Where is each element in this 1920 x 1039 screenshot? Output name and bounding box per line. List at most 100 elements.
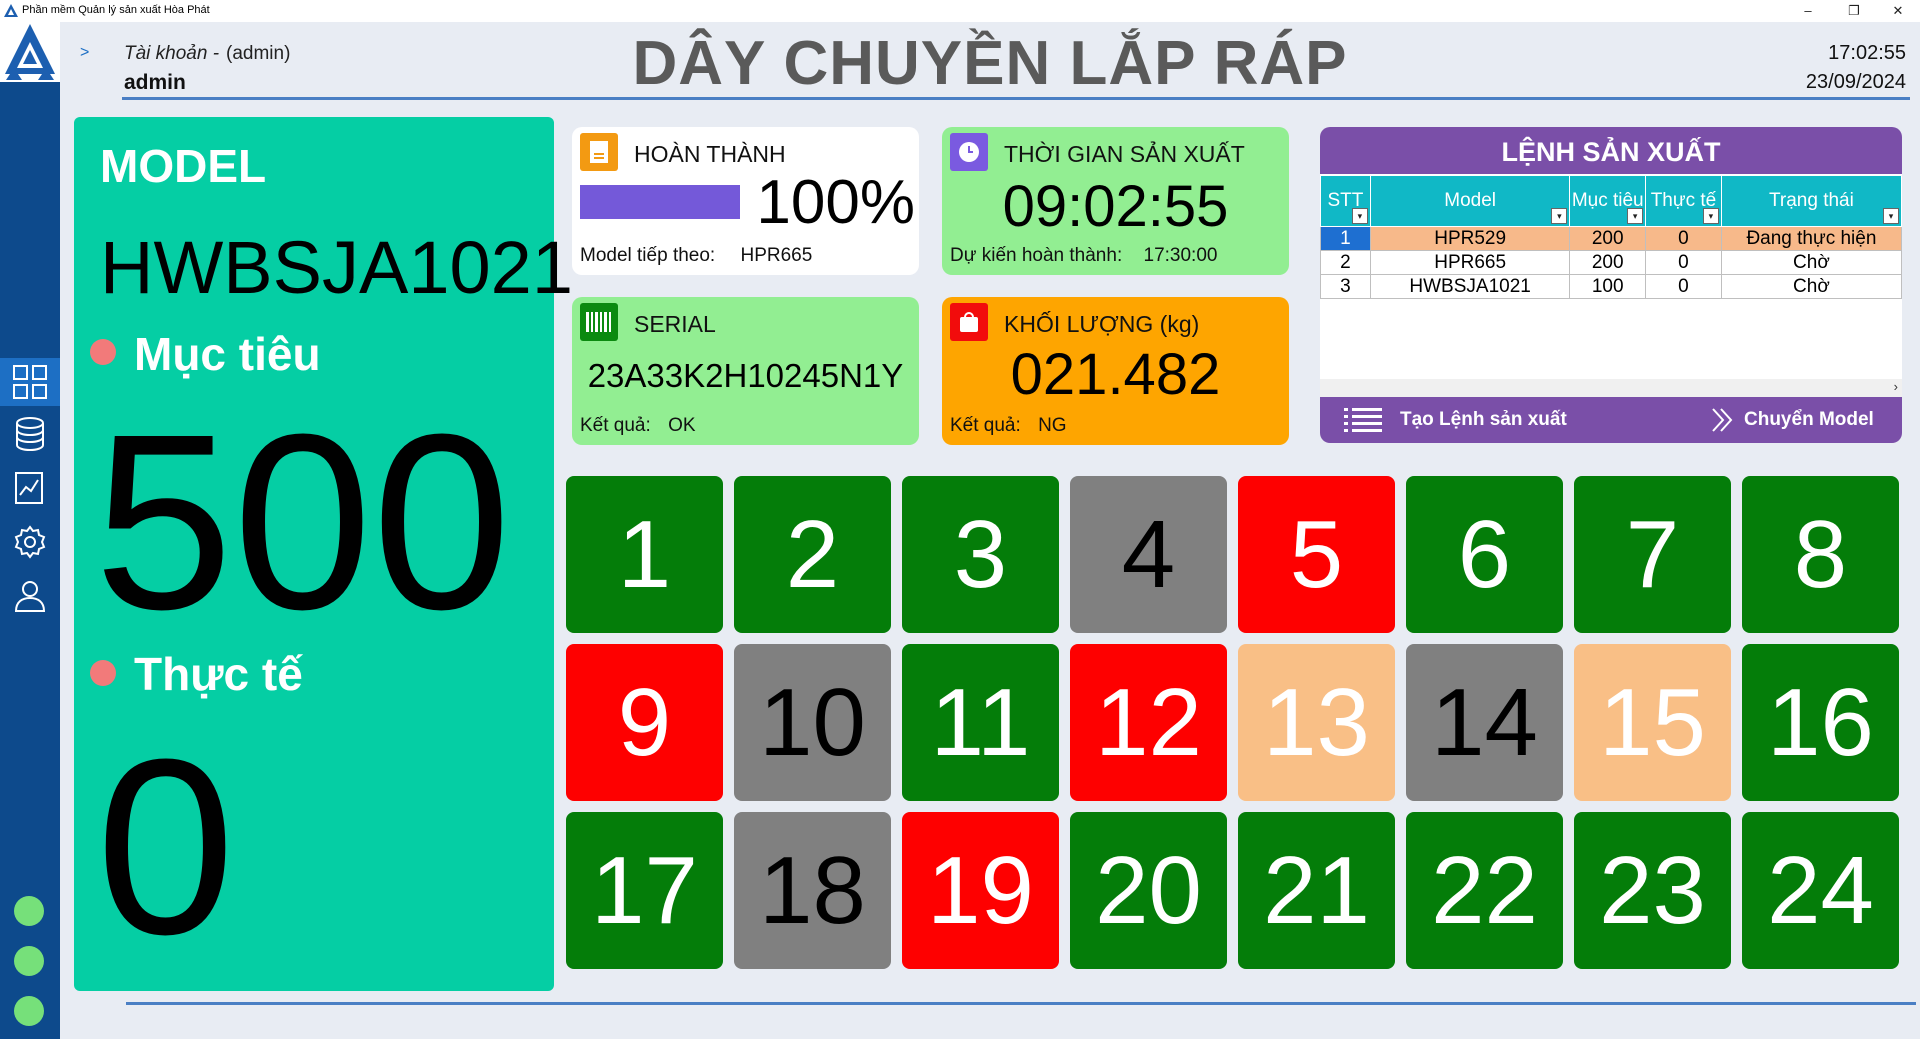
serial-result-value: OK [668, 415, 696, 436]
clock-icon [950, 133, 988, 171]
filter-dropdown-icon[interactable]: ▾ [1551, 208, 1568, 224]
completion-percent: 100% [756, 168, 915, 237]
account-username: admin [124, 71, 186, 94]
completion-progress-bar [580, 185, 740, 219]
column-header-actual[interactable]: Thực tế ▾ [1645, 175, 1722, 227]
sidebar-item-dashboard[interactable] [0, 358, 60, 406]
expected-finish-value: 17:30:00 [1143, 245, 1218, 266]
horizontal-scrollbar[interactable]: › [1320, 379, 1902, 397]
filter-dropdown-icon[interactable]: ▾ [1883, 208, 1899, 224]
cell-status: Đang thực hiện [1720, 226, 1902, 251]
station-tile[interactable]: 18 [734, 812, 891, 969]
column-header-target[interactable]: Mục tiêu ▾ [1569, 175, 1647, 227]
station-tile[interactable]: 15 [1574, 644, 1731, 801]
station-tile[interactable]: 24 [1742, 812, 1899, 969]
next-model-label: Model tiếp theo: [580, 245, 716, 266]
production-time-card: THỜI GIAN SẢN XUẤT 09:02:55 Dự kiến hoàn… [942, 127, 1289, 275]
header-divider [122, 97, 1910, 100]
switch-model-label: Chuyển Model [1744, 409, 1874, 430]
station-tile[interactable]: 17 [566, 812, 723, 969]
minimize-button[interactable]: – [1788, 1, 1828, 21]
sidebar-item-report[interactable] [0, 464, 60, 512]
station-tile[interactable]: 1 [566, 476, 723, 633]
column-header-model[interactable]: Model ▾ [1369, 175, 1571, 227]
production-orders-table: STT ▾ Model ▾ Mục tiêu ▾ Thực tế ▾ Trạng thá… [1320, 175, 1902, 299]
sidebar-item-account[interactable] [0, 572, 60, 620]
maximize-button[interactable]: ❐ [1834, 1, 1874, 21]
sidebar [0, 22, 60, 1039]
clock-time: 17:02:55 [1828, 42, 1906, 64]
production-orders-panel: LỆNH SẢN XUẤT STT ▾ Model ▾ Mục tiêu ▾ Thực… [1320, 127, 1902, 443]
table-row[interactable]: 2 HPR665 200 0 Chờ [1320, 250, 1902, 275]
cell-model: HWBSJA1021 [1369, 274, 1571, 299]
sidebar-item-database[interactable] [0, 410, 60, 458]
create-order-button[interactable]: Tạo Lệnh sản xuất [1344, 397, 1567, 443]
expected-finish-label: Dự kiến hoàn thành: [950, 245, 1123, 266]
station-tile[interactable]: 3 [902, 476, 1059, 633]
serial-card: SERIAL 23A33K2H10245N1Y Kết quả: OK [572, 297, 919, 445]
station-tile[interactable]: 13 [1238, 644, 1395, 801]
filter-dropdown-icon[interactable]: ▾ [1351, 208, 1368, 224]
column-header-label: Trạng thái [1769, 190, 1854, 211]
page-title: DÂY CHUYỀN LẮP RÁP [632, 29, 1348, 98]
station-tile[interactable]: 6 [1406, 476, 1563, 633]
target-label: Mục tiêu [134, 328, 321, 380]
station-tile[interactable]: 23 [1574, 812, 1731, 969]
switch-model-button[interactable]: Chuyển Model [1710, 397, 1874, 443]
station-tile[interactable]: 16 [1742, 644, 1899, 801]
close-button[interactable]: ✕ [1878, 1, 1918, 21]
scroll-right-icon[interactable]: › [1894, 379, 1898, 394]
expected-finish-row: Dự kiến hoàn thành: 17:30:00 [950, 245, 1217, 267]
table-row[interactable]: 1 HPR529 200 0 Đang thực hiện [1320, 226, 1902, 251]
model-panel: MODEL HWBSJA1021 Mục tiêu 500 Thực tế 0 [74, 117, 573, 991]
company-logo [0, 22, 60, 82]
station-tile[interactable]: 4 [1070, 476, 1227, 633]
completion-title: HOÀN THÀNH [634, 141, 786, 167]
station-tile[interactable]: 21 [1238, 812, 1395, 969]
station-tile[interactable]: 22 [1406, 812, 1563, 969]
model-label: MODEL [100, 140, 267, 192]
database-icon [16, 417, 44, 452]
weight-bag-icon [950, 303, 988, 341]
cell-target: 100 [1569, 274, 1647, 299]
double-chevron-right-icon [1712, 408, 1733, 432]
filter-dropdown-icon[interactable]: ▾ [1702, 208, 1719, 224]
table-row[interactable]: 3 HWBSJA1021 100 0 Chờ [1320, 274, 1902, 299]
status-led [14, 896, 44, 926]
weight-result-label: Kết quả: [950, 415, 1021, 436]
weight-title: KHỐI LƯỢNG (kg) [1004, 311, 1200, 337]
list-icon [1344, 407, 1382, 432]
station-tile[interactable]: 7 [1574, 476, 1731, 633]
station-tile[interactable]: 14 [1406, 644, 1563, 801]
filter-dropdown-icon[interactable]: ▾ [1627, 208, 1644, 224]
user-icon [14, 581, 46, 612]
production-time-title: THỜI GIAN SẢN XUẤT [1004, 141, 1245, 167]
station-tile[interactable]: 8 [1742, 476, 1899, 633]
create-order-label: Tạo Lệnh sản xuất [1400, 409, 1567, 430]
station-tile[interactable]: 2 [734, 476, 891, 633]
sidebar-item-settings[interactable] [0, 518, 60, 566]
window-title-bar: Phần mềm Quản lý sản xuất Hòa Phát – ❐ ✕ [0, 0, 1920, 22]
cell-actual: 0 [1645, 250, 1722, 275]
hoa-phat-logo-icon [2, 24, 58, 80]
station-tile[interactable]: 19 [902, 812, 1059, 969]
production-time-value: 09:02:55 [1002, 174, 1229, 239]
expand-arrow-icon[interactable]: > [80, 44, 89, 62]
cell-model: HPR529 [1369, 226, 1571, 251]
cell-actual: 0 [1645, 226, 1722, 251]
station-tile[interactable]: 12 [1070, 644, 1227, 801]
chart-icon [15, 472, 43, 504]
cell-target: 200 [1569, 250, 1647, 275]
column-header-status[interactable]: Trạng thái ▾ [1720, 175, 1902, 227]
target-indicator-dot [90, 339, 116, 365]
cell-stt: 2 [1320, 250, 1371, 275]
station-tile[interactable]: 20 [1070, 812, 1227, 969]
station-tile[interactable]: 10 [734, 644, 891, 801]
station-tile[interactable]: 5 [1238, 476, 1395, 633]
weight-result-value: NG [1038, 415, 1067, 436]
station-tile[interactable]: 9 [566, 644, 723, 801]
column-header-stt[interactable]: STT ▾ [1320, 175, 1371, 227]
footer-divider [126, 1002, 1916, 1005]
station-tile[interactable]: 11 [902, 644, 1059, 801]
status-led [14, 946, 44, 976]
